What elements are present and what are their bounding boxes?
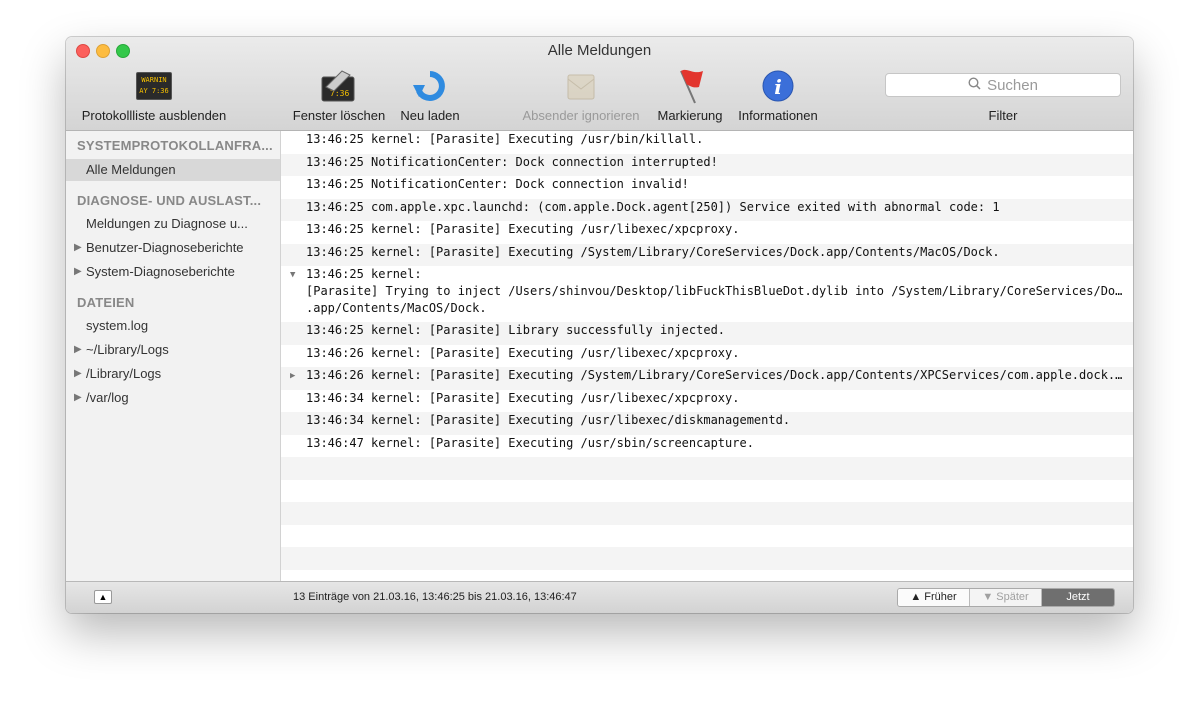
filter-label: Filter: [988, 108, 1018, 123]
log-row-text-continued: .app/Contents/MacOS/Dock.: [306, 301, 487, 315]
now-button[interactable]: Jetzt: [1042, 589, 1114, 606]
sidebar-item-label: Alle Meldungen: [86, 162, 176, 177]
mark-button[interactable]: Markierung: [651, 67, 729, 123]
sidebar-item-label: /var/log: [86, 390, 129, 405]
search-field[interactable]: Suchen: [885, 73, 1121, 97]
log-row[interactable]: 13:46:25 kernel: [Parasite] Executing /S…: [281, 243, 1133, 266]
log-row-text: 13:46:25 kernel: [Parasite] Executing /u…: [306, 132, 704, 146]
sidebar-item-label: Meldungen zu Diagnose u...: [86, 216, 248, 231]
log-row-text: 13:46:34 kernel: [Parasite] Executing /u…: [306, 390, 740, 405]
ignore-sender-button[interactable]: Absender ignorieren: [516, 67, 646, 123]
sidebar-item-user-reports[interactable]: ▶ Benutzer-Diagnoseberichte: [66, 237, 280, 259]
log-row[interactable]: ▶ 13:46:26 kernel: [Parasite] Executing …: [281, 367, 1133, 390]
toolbar: Alle Meldungen WARNIN AY 7:36 Protokollli…: [66, 37, 1133, 131]
sidebar-item-diagnostic-messages[interactable]: Meldungen zu Diagnose u...: [66, 213, 280, 235]
log-row[interactable]: 13:46:34 kernel: [Parasite] Executing /u…: [281, 390, 1133, 413]
log-row-text: 13:46:25 kernel: [Parasite] Executing /u…: [306, 222, 740, 236]
ignore-sender-icon: [562, 67, 600, 105]
log-row[interactable]: 13:46:26 kernel: [Parasite] Executing /u…: [281, 345, 1133, 368]
reload-button[interactable]: Neu laden: [396, 67, 464, 123]
sidebar-toggle-icon: ▲: [98, 592, 108, 602]
info-button[interactable]: i Informationen: [734, 67, 822, 123]
clear-window-button[interactable]: 7:36 Fenster löschen: [288, 67, 390, 123]
now-label: Jetzt: [1066, 591, 1090, 603]
clear-display-icon: 7:36: [320, 67, 358, 105]
log-row-text-continued: [Parasite] Trying to inject /Users/shinv…: [306, 284, 1127, 298]
log-row[interactable]: 13:46:25 com.apple.xpc.launchd: (com.app…: [281, 198, 1133, 221]
sidebar-item-label: Benutzer-Diagnoseberichte: [86, 240, 244, 255]
sidebar-section-files: DATEIEN: [77, 295, 135, 310]
log-row-text: 13:46:47 kernel: [Parasite] Executing /u…: [306, 435, 754, 450]
sidebar-section-diagnostics: DIAGNOSE- UND AUSLAST...: [77, 193, 262, 208]
log-row-text: 13:46:25 kernel: [Parasite] Executing /S…: [306, 244, 1000, 259]
clear-window-label: Fenster löschen: [292, 108, 386, 123]
earlier-button[interactable]: ▲ Früher: [898, 589, 970, 606]
svg-text:i: i: [774, 75, 782, 99]
empty-row-stripe: [281, 547, 1133, 570]
sidebar-item-label: System-Diagnoseberichte: [86, 264, 235, 279]
console-window: Alle Meldungen WARNIN AY 7:36 Protokollli…: [66, 37, 1133, 613]
sidebar-item-user-library-logs[interactable]: ▶ ~/Library/Logs: [66, 339, 280, 361]
sidebar-section-system-log-queries: SYSTEMPROTOKOLLANFRA...: [77, 138, 273, 153]
log-row[interactable]: 13:46:34 kernel: [Parasite] Executing /u…: [281, 412, 1133, 435]
info-label: Informationen: [738, 108, 818, 123]
flag-icon: [671, 67, 709, 105]
log-row-expanded[interactable]: ▼ 13:46:25 kernel: [Parasite] Trying to …: [281, 266, 1133, 322]
sidebar-item-label: system.log: [86, 318, 149, 333]
log-row-text: 13:46:25 com.apple.xpc.launchd: (com.app…: [306, 199, 1000, 214]
warning-sign-icon: WARNIN AY 7:36: [135, 67, 173, 105]
log-row-text: 13:46:25 NotificationCenter: Dock connec…: [306, 154, 718, 169]
log-row-text: 13:46:25 kernel:: [306, 267, 422, 281]
sidebar-item-all-messages[interactable]: Alle Meldungen: [66, 159, 280, 181]
ignore-sender-label: Absender ignorieren: [522, 108, 640, 123]
collapse-triangle-icon[interactable]: ▼: [290, 270, 295, 280]
log-row-text: 13:46:25 kernel: [Parasite] Library succ…: [306, 323, 726, 337]
log-row[interactable]: 13:46:25 NotificationCenter: Dock connec…: [281, 176, 1133, 199]
disclosure-triangle-icon[interactable]: ▶: [74, 237, 82, 259]
log-row[interactable]: 13:46:25 NotificationCenter: Dock connec…: [281, 153, 1133, 176]
up-triangle-icon: ▲: [910, 591, 925, 603]
sidebar: SYSTEMPROTOKOLLANFRA... Alle Meldungen D…: [66, 131, 281, 581]
log-row-text: 13:46:34 kernel: [Parasite] Executing /u…: [306, 413, 791, 427]
log-list[interactable]: 13:46:25 kernel: [Parasite] Executing /u…: [281, 131, 1133, 581]
log-row[interactable]: 13:46:25 kernel: [Parasite] Library succ…: [281, 322, 1133, 345]
later-button[interactable]: ▼ Später: [970, 589, 1042, 606]
log-row[interactable]: 13:46:47 kernel: [Parasite] Executing /u…: [281, 435, 1133, 458]
disclosure-triangle-icon[interactable]: ▶: [74, 339, 82, 361]
hide-log-list-button[interactable]: WARNIN AY 7:36 Protokollliste ausblenden: [76, 67, 232, 123]
expand-triangle-icon[interactable]: ▶: [290, 371, 295, 381]
entry-count-summary: 13 Einträge von 21.03.16, 13:46:25 bis 2…: [293, 591, 577, 603]
hide-log-list-label: Protokollliste ausblenden: [81, 108, 227, 123]
reload-label: Neu laden: [400, 108, 460, 123]
search-icon: [968, 76, 981, 94]
time-navigation-control: ▲ Früher ▼ Später Jetzt: [897, 588, 1115, 607]
disclosure-triangle-icon[interactable]: ▶: [74, 387, 82, 409]
sidebar-item-system-reports[interactable]: ▶ System-Diagnoseberichte: [66, 261, 280, 283]
window-title: Alle Meldungen: [547, 42, 652, 59]
down-triangle-icon: ▼: [982, 591, 997, 603]
mark-label: Markierung: [657, 108, 723, 123]
sidebar-item-library-logs[interactable]: ▶ /Library/Logs: [66, 363, 280, 385]
sidebar-item-label: /Library/Logs: [86, 366, 162, 381]
search-placeholder: Suchen: [987, 76, 1038, 94]
empty-row-stripe: [281, 502, 1133, 525]
sidebar-item-label: ~/Library/Logs: [86, 342, 169, 357]
later-label: Später: [996, 591, 1029, 603]
log-row[interactable]: 13:46:25 kernel: [Parasite] Executing /u…: [281, 221, 1133, 244]
earlier-label: Früher: [924, 591, 957, 603]
status-bar: ▲ 13 Einträge von 21.03.16, 13:46:25 bis…: [66, 581, 1133, 613]
log-row-text: 13:46:26 kernel: [Parasite] Executing /u…: [306, 345, 740, 360]
sidebar-item-var-log[interactable]: ▶ /var/log: [66, 387, 280, 409]
info-icon: i: [759, 67, 797, 105]
sidebar-item-system-log[interactable]: system.log: [66, 315, 280, 337]
empty-row-stripe: [281, 457, 1133, 480]
disclosure-triangle-icon[interactable]: ▶: [74, 363, 82, 385]
log-row-text: 13:46:26 kernel: [Parasite] Executing /S…: [306, 368, 1127, 382]
log-row[interactable]: 13:46:25 kernel: [Parasite] Executing /u…: [281, 131, 1133, 154]
log-row-text: 13:46:25 NotificationCenter: Dock connec…: [306, 177, 689, 191]
sidebar-toggle-button[interactable]: ▲: [94, 590, 112, 604]
disclosure-triangle-icon[interactable]: ▶: [74, 261, 82, 283]
reload-icon: [411, 67, 449, 105]
